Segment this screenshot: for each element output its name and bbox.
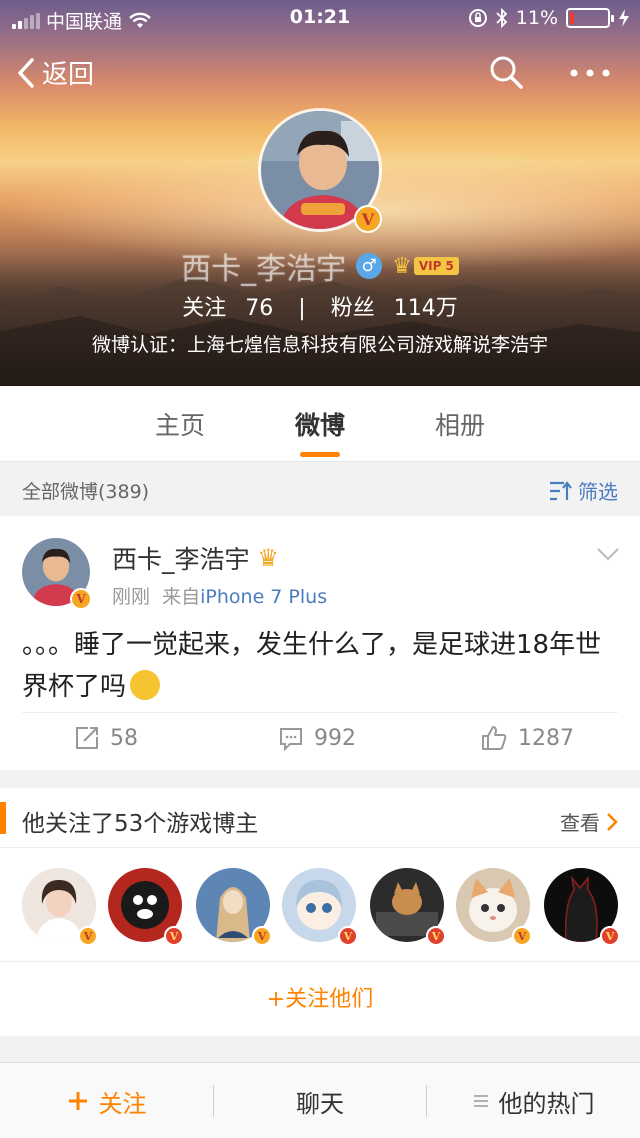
verified-badge-icon: V [512, 926, 532, 946]
search-icon[interactable] [488, 54, 524, 90]
following-label: 关注 [182, 296, 227, 321]
recommend-title: 他关注了53个游戏博主 [22, 811, 259, 837]
tab-weibo[interactable]: 微博 [260, 406, 380, 457]
menu-icon [473, 1095, 488, 1107]
followed-game-bloggers: 他关注了53个游戏博主 查看 V V V V V V V +关注他们 [0, 788, 640, 1036]
hot-posts-label: 他的热门 [498, 1089, 595, 1118]
orientation-lock-icon [468, 9, 487, 27]
follow-label: 关注 [98, 1089, 147, 1118]
vip-crown-icon: ♛ [257, 544, 280, 572]
fans-count: 114万 [393, 296, 458, 321]
top-nav: 返回 [0, 50, 640, 96]
post-verified-icon: V [70, 588, 92, 610]
post-text-content: 。。。睡了一觉起来，发生什么了，是足球进18年世界杯了吗 [22, 630, 602, 702]
follow-button[interactable]: 关注 [0, 1063, 213, 1138]
fans-link[interactable]: 粉丝 114万 [325, 296, 464, 321]
recommend-header[interactable]: 他关注了53个游戏博主 查看 [0, 788, 640, 848]
post-author-row[interactable]: 西卡_李浩宇 ♛ [112, 540, 279, 576]
chevron-down-icon[interactable] [596, 546, 620, 562]
filter-icon [550, 480, 572, 500]
blogger-avatar-list: V V V V V V V [0, 848, 640, 962]
hot-posts-button[interactable]: 他的热门 [427, 1063, 640, 1138]
following-link[interactable]: 关注 76 [176, 296, 279, 321]
comment-icon [280, 728, 302, 751]
stats-divider: | [298, 296, 306, 321]
chevron-right-icon [607, 812, 618, 831]
vip-badge[interactable]: ♛ VIP 5 [392, 254, 459, 279]
verified-badge-icon: V [78, 926, 98, 946]
chat-button[interactable]: 聊天 [214, 1063, 426, 1138]
verified-badge-icon: V [600, 926, 620, 946]
profile-name: 西卡_李浩宇 [181, 252, 347, 287]
tab-album-label: 相册 [434, 411, 485, 440]
battery-percent: 11% [515, 7, 558, 29]
back-button[interactable]: 返回 [16, 54, 94, 91]
follow-all-button[interactable]: +关注他们 [0, 964, 640, 1036]
following-count: 76 [245, 296, 274, 321]
repost-icon [76, 727, 98, 749]
chat-label: 聊天 [296, 1089, 344, 1118]
filter-button[interactable]: 筛选 [548, 476, 618, 505]
post-meta: 刚刚 来自iPhone 7 Plus [112, 582, 327, 609]
section-gap [0, 1036, 640, 1062]
comment-count: 992 [314, 725, 356, 751]
verified-badge-icon: V [252, 926, 272, 946]
tab-home[interactable]: 主页 [120, 406, 240, 442]
like-count: 1287 [518, 725, 574, 751]
verified-badge-icon: V [426, 926, 446, 946]
weibo-post: V 西卡_李浩宇 ♛ 刚刚 来自iPhone 7 Plus 。。。睡了一觉起来，… [0, 516, 640, 770]
bottom-toolbar: 关注 聊天 他的热门 [0, 1062, 640, 1138]
verification-text: 微博认证：上海七煌信息科技有限公司游戏解说李浩宇 [91, 334, 548, 356]
profile-name-row: 西卡_李浩宇 ♂ ♛ VIP 5 [0, 246, 640, 287]
all-posts-count: 全部微博(389) [22, 481, 150, 503]
post-source-prefix: 来自 [162, 586, 201, 608]
post-text: 。。。睡了一觉起来，发生什么了，是足球进18年世界杯了吗 [22, 624, 622, 708]
repost-button[interactable]: 58 [74, 725, 138, 751]
post-author-name: 西卡_李浩宇 [112, 545, 250, 574]
thumbs-up-icon [482, 726, 507, 750]
back-label: 返回 [42, 60, 95, 90]
verified-badge-icon: V [164, 926, 184, 946]
battery-icon [566, 8, 614, 28]
vip-level: VIP 5 [413, 257, 459, 275]
charging-icon [619, 9, 629, 27]
crown-icon: ♛ [392, 253, 412, 279]
filter-bar: 全部微博(389) 筛选 [0, 463, 640, 515]
male-icon: ♂ [356, 253, 383, 279]
tab-weibo-label: 微博 [294, 411, 345, 440]
verified-badge-icon: V [354, 205, 382, 233]
tab-home-label: 主页 [154, 411, 205, 440]
status-bar: 中国联通 01:21 11% [0, 0, 640, 36]
post-actions: 58 992 1287 [22, 712, 618, 770]
verified-badge-icon: V [338, 926, 358, 946]
tab-album[interactable]: 相册 [400, 406, 520, 442]
plus-icon [68, 1092, 87, 1110]
chevron-left-icon [18, 57, 34, 88]
view-more-label: 查看 [560, 811, 600, 835]
repost-count: 58 [110, 725, 138, 751]
like-button[interactable]: 1287 [480, 725, 574, 751]
comment-button[interactable]: 992 [278, 725, 356, 751]
surprised-emoji-icon [130, 669, 161, 700]
more-icon[interactable] [568, 58, 612, 88]
post-time: 刚刚 [112, 586, 151, 608]
follow-stats: 关注 76 | 粉丝 114万 [0, 290, 640, 322]
view-more-button[interactable]: 查看 [560, 807, 618, 836]
active-tab-indicator [300, 452, 340, 457]
bluetooth-icon [496, 8, 508, 28]
post-source[interactable]: iPhone 7 Plus [200, 586, 327, 608]
fans-label: 粉丝 [330, 296, 375, 321]
section-accent-bar [0, 802, 6, 834]
filter-label: 筛选 [578, 480, 618, 504]
profile-tabs: 主页 微博 相册 [0, 386, 640, 462]
